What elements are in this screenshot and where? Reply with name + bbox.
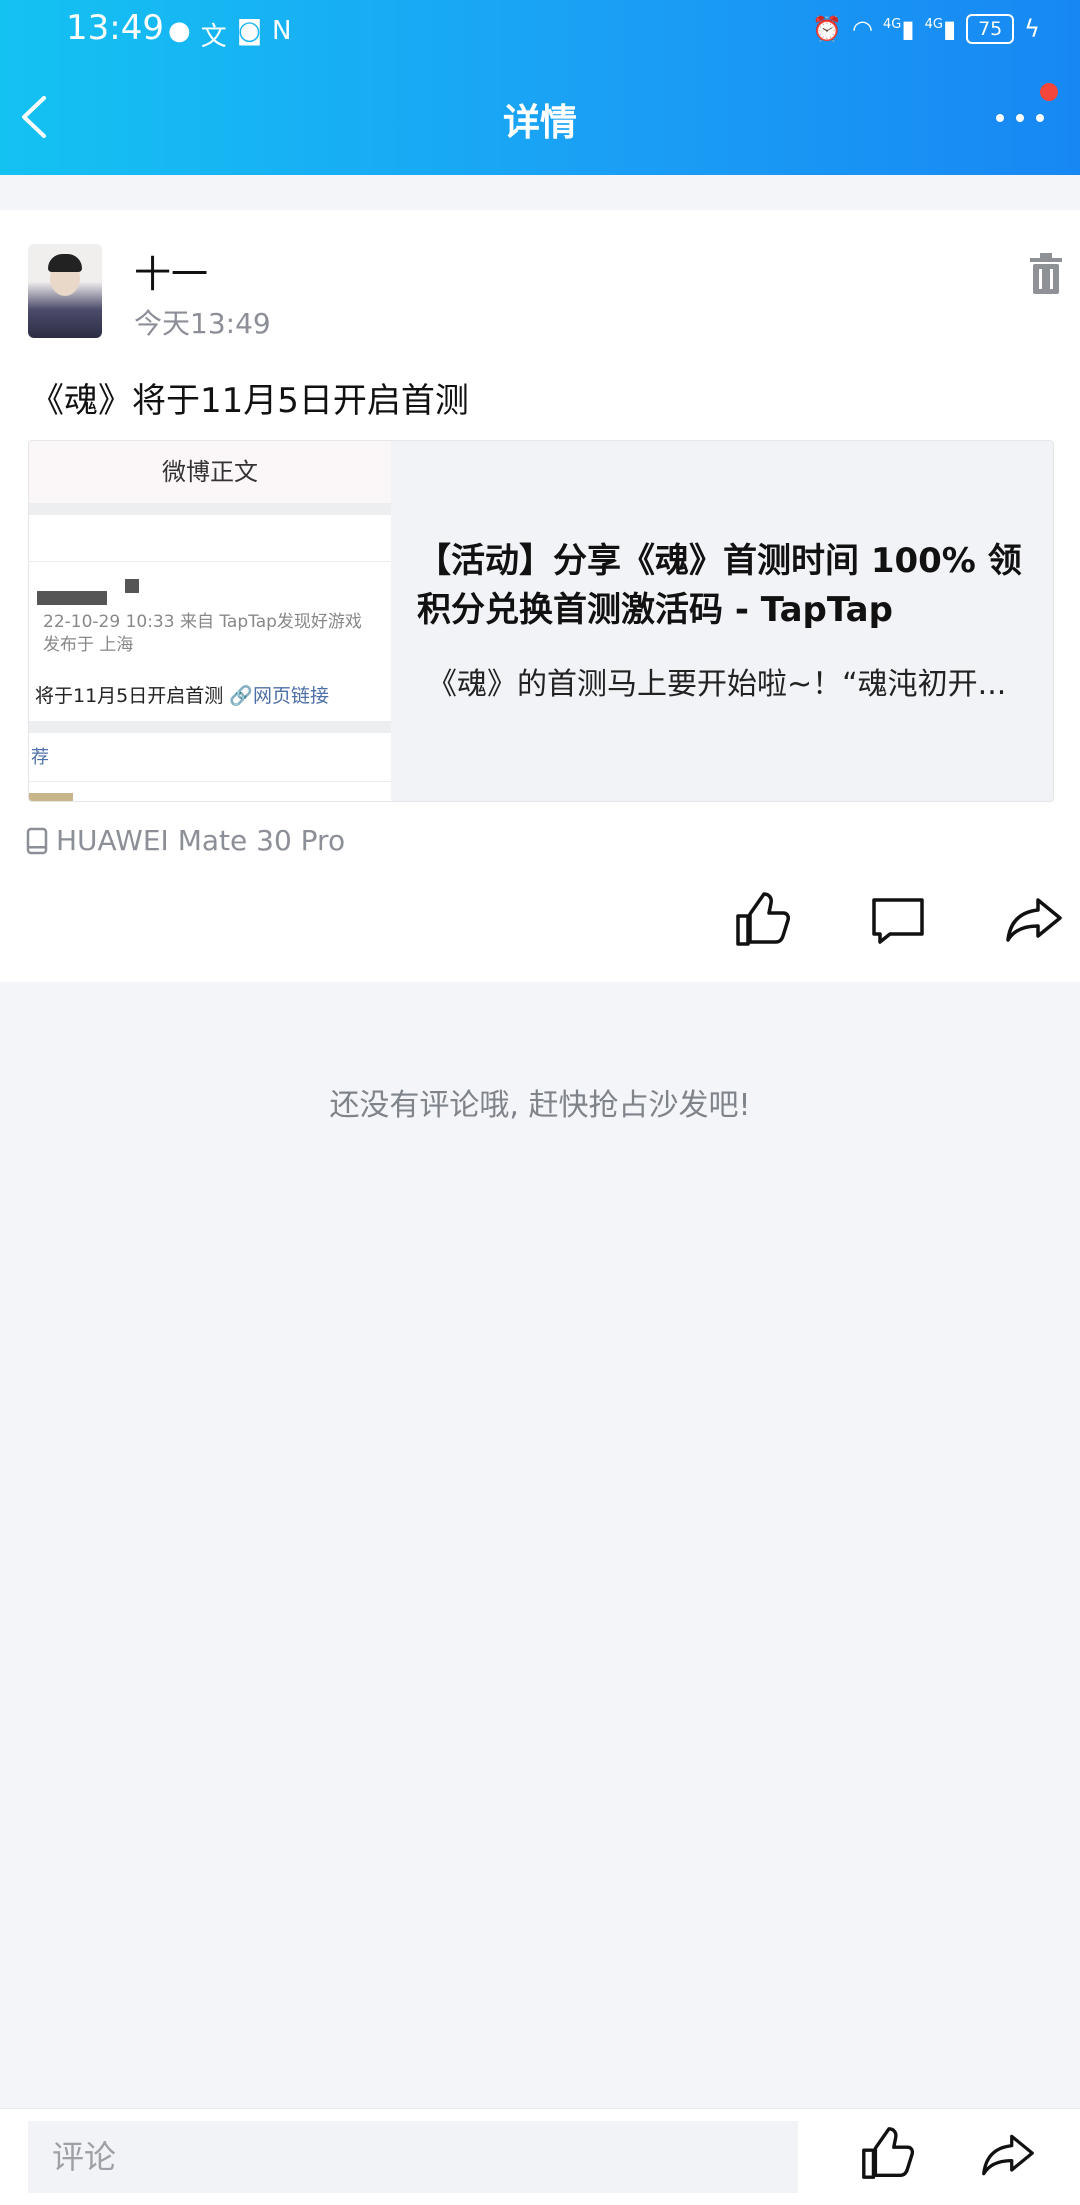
username[interactable]: 十一 [134,244,208,298]
delete-button[interactable] [1028,250,1064,296]
empty-comments-text: 还没有评论哦, 赶快抢占沙发吧! [329,1088,751,1123]
thumbnail-text-content: 将于11月5日开启首测 [35,685,224,707]
thumbnail-line [29,561,391,562]
avatar[interactable] [28,244,102,338]
nfc-icon: N [271,16,292,46]
share-button[interactable] [980,2127,1036,2183]
device-info: HUAWEI Mate 30 Pro [26,824,345,857]
thumbnail-line [29,781,391,782]
link-preview-card[interactable]: 微博正文 22-10-29 10:33 来自 TapTap发现好游戏 发布于 上… [28,440,1054,802]
alarm-icon: ⏰ [812,15,843,43]
link-title: 【活动】分享《魂》首测时间 100% 领积分兑换首测激活码 - TapTap [417,541,1022,630]
wechat-icon: ● [168,16,191,46]
battery-icon: 75 [966,14,1015,44]
thumbnail-text: 将于11月5日开启首测 🔗网页链接 [35,681,329,708]
wifi-icon: ◠ [852,15,873,43]
share-button[interactable] [1004,890,1064,950]
thumbnail-meta: 22-10-29 10:33 来自 TapTap发现好游戏 发布于 上海 [43,611,362,657]
thumbnail-link: 🔗网页链接 [229,685,329,707]
thumbnail-recommend: 荐 [31,747,49,768]
notification-dot [1040,83,1058,101]
comment-button[interactable] [868,890,928,950]
more-button[interactable] [992,96,1052,136]
comment-input[interactable] [28,2121,798,2193]
device-name: HUAWEI Mate 30 Pro [56,824,346,857]
status-time: 13:49 [66,8,164,48]
thumbnail-meta-line: 22-10-29 10:33 来自 TapTap发现好游戏 [43,612,362,632]
status-bar: 13:49 ● 文 ◙ N ⏰ ◠ 4G▮ 4G▮ 75 ϟ [0,0,1080,64]
charging-icon: ϟ [1024,15,1040,43]
top-app-bar: 13:49 ● 文 ◙ N ⏰ ◠ 4G▮ 4G▮ 75 ϟ 详情 [0,0,1080,175]
like-button[interactable] [858,2125,916,2183]
notification-icons: ● 文 ◙ N [168,16,291,53]
avatar-hair [48,254,82,272]
phone-icon [26,827,48,854]
blurred-text [125,579,139,593]
page-title: 详情 [503,101,577,144]
bulb-icon: ◙ [236,16,262,46]
bottom-bar [0,2108,1080,2205]
signal-icon: 4G▮ [924,15,957,43]
more-dots-icon [996,114,1044,122]
signal-icon: 4G▮ [883,15,915,43]
thumbnail-header: 微博正文 [29,441,391,503]
post-time: 今天13:49 [134,307,271,340]
link-description: 《魂》的首测马上要开始啦~！“魂沌初开... [427,667,1007,702]
thumbnail-image [29,793,73,801]
link-thumbnail: 微博正文 22-10-29 10:33 来自 TapTap发现好游戏 发布于 上… [29,441,391,801]
post-text: 《魂》将于11月5日开启首测 [30,381,469,421]
like-button[interactable] [732,890,792,950]
thumbnail-meta-line: 发布于 上海 [43,635,134,655]
post-card: 十一 今天13:49 《魂》将于11月5日开启首测 微博正文 22-10-29 … [0,210,1080,982]
thumbnail-divider [29,721,391,733]
system-icons: ⏰ ◠ 4G▮ 4G▮ 75 ϟ [812,14,1040,44]
translate-icon: 文 [200,22,227,52]
thumbnail-divider [29,503,391,515]
blurred-text [37,591,107,605]
